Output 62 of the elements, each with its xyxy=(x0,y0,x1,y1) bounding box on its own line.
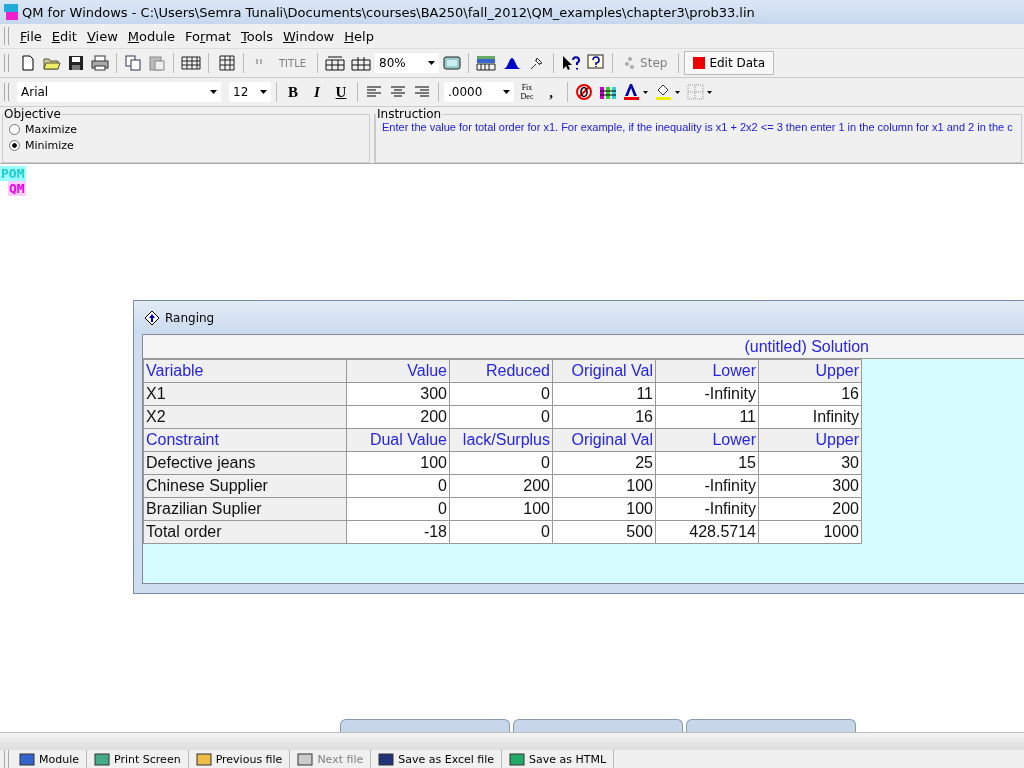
menu-item[interactable]: Tools xyxy=(235,28,278,44)
menu-item[interactable]: Window xyxy=(277,28,340,44)
horizontal-scrollbar[interactable] xyxy=(0,732,1024,750)
caret-icon[interactable] xyxy=(210,90,217,94)
window-icon xyxy=(144,309,160,326)
logo: POM QM xyxy=(0,166,26,196)
column-header: Variable xyxy=(143,359,347,383)
menu-item[interactable]: Format xyxy=(180,28,236,44)
column-header: Value xyxy=(346,359,450,383)
caret-icon[interactable] xyxy=(260,90,267,94)
toolbar-button[interactable]: Module xyxy=(15,750,83,768)
radio-button[interactable] xyxy=(9,139,20,151)
window-title: QM for Windows - C:\Users\Semra Tunali\Documents\courses\BA250\fall_2012\QM_examples\chapter3\prob33.lin xyxy=(22,4,755,20)
column-header: Reduced xyxy=(449,359,553,383)
italic-button[interactable]: I xyxy=(306,80,328,104)
caret-icon[interactable] xyxy=(428,61,436,65)
menu-item[interactable]: Module xyxy=(122,28,181,44)
fix-decimal-button[interactable]: Fix Dec xyxy=(516,80,538,104)
table-cell: Defective jeans xyxy=(143,451,347,475)
caret-icon[interactable] xyxy=(503,90,510,94)
comma-button[interactable]: , xyxy=(540,80,562,104)
bold-button[interactable]: B xyxy=(282,80,304,104)
column-header: Upper xyxy=(758,359,862,383)
app-icon xyxy=(4,4,18,20)
radio-option[interactable]: Maximize xyxy=(9,121,363,137)
toolbar-button[interactable]: Previous file xyxy=(191,750,287,768)
table-cell: Chinese Supplier xyxy=(143,474,347,498)
edit-data-button[interactable]: Edit Data xyxy=(684,51,775,75)
toolbar-button[interactable]: Save as Excel file xyxy=(374,750,499,768)
table-cell: Total order xyxy=(143,520,347,544)
menu-item[interactable]: View xyxy=(81,28,123,44)
zoom-dropdown[interactable]: 80% xyxy=(375,53,440,73)
table-cell: X2 xyxy=(143,405,347,429)
radio-button[interactable] xyxy=(9,123,20,135)
square-icon xyxy=(378,752,395,766)
table-cell: Brazilian Suplier xyxy=(143,497,347,521)
group-title: Instruction xyxy=(376,108,443,121)
group-title: Objective xyxy=(3,107,62,121)
toolbar-button[interactable]: Print Screen xyxy=(90,750,185,768)
square-icon xyxy=(195,752,212,766)
column-header: Original Val xyxy=(552,359,656,383)
menu-item[interactable]: Help xyxy=(339,28,379,44)
column-header: Constraint xyxy=(143,428,347,452)
font-dropdown[interactable]: Arial xyxy=(17,82,221,102)
table-cell: X1 xyxy=(143,382,347,406)
solution-title: (untitled) Solution xyxy=(143,335,1024,359)
dots-icon xyxy=(624,56,637,70)
menu-item[interactable]: Edit xyxy=(46,28,82,44)
radio-option[interactable]: Minimize xyxy=(9,137,363,153)
menu-item[interactable]: File xyxy=(15,28,47,44)
underline-button[interactable]: U xyxy=(330,80,352,104)
instruction-text: Enter the value for total order for x1. For example, if the inequality is x1 + 2x2 <= 3 then enter 1 in the column for x1 and 2 in the c xyxy=(382,121,1014,133)
font-size-dropdown[interactable]: 12 xyxy=(229,82,271,102)
square-icon xyxy=(94,752,110,766)
stop-square-icon xyxy=(693,57,706,69)
window-title: Ranging xyxy=(165,310,215,325)
square-icon xyxy=(509,752,526,766)
toolbar-button[interactable]: Save as HTML xyxy=(505,750,611,768)
number-format-dropdown[interactable]: .0000 xyxy=(444,82,514,102)
square-icon xyxy=(297,752,314,766)
square-icon xyxy=(19,752,35,766)
column-header: Lower xyxy=(655,359,759,383)
